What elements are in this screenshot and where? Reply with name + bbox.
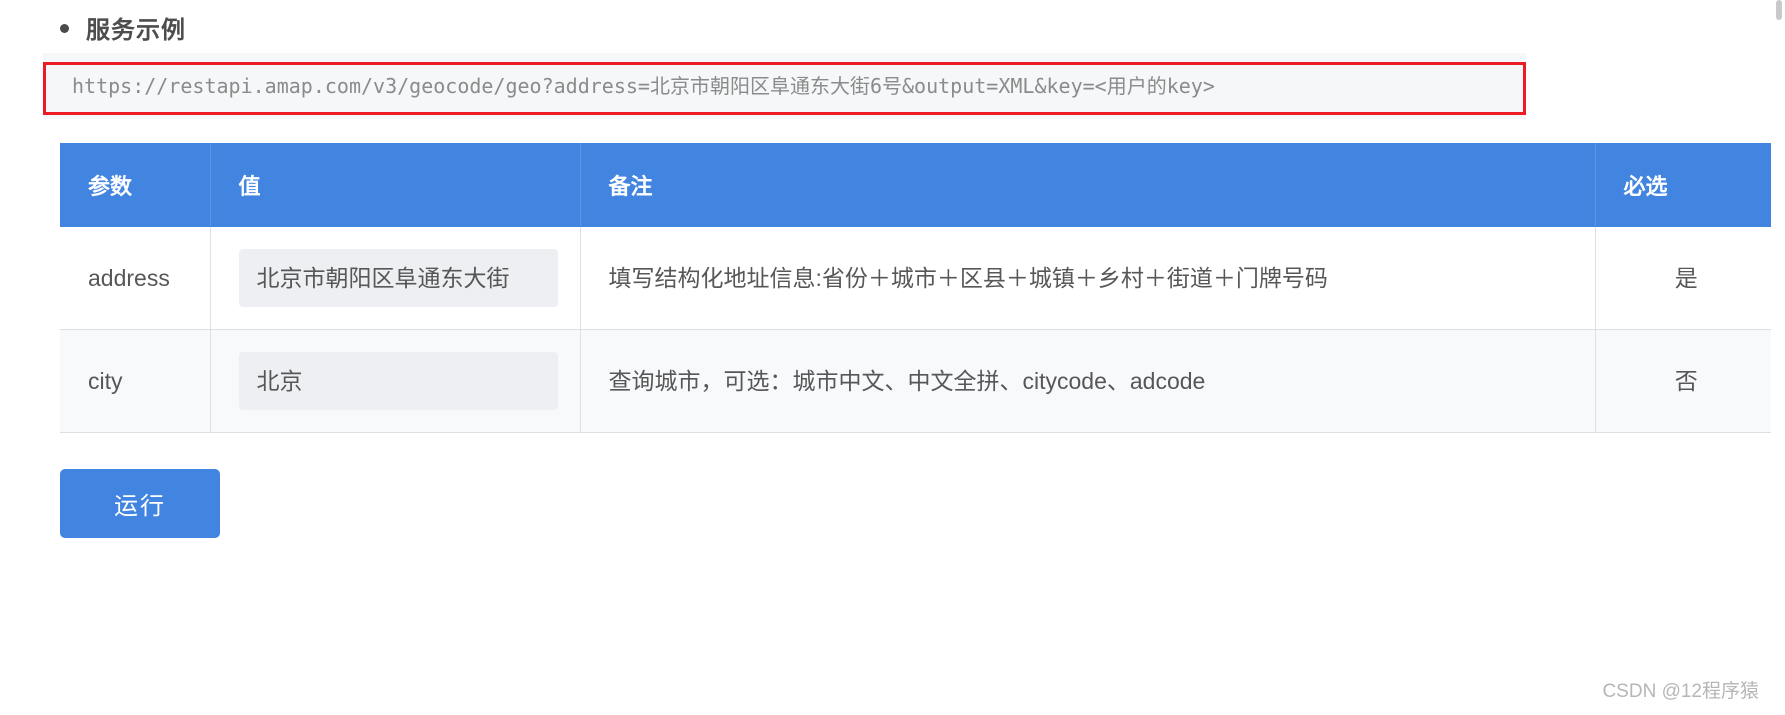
column-header-required: 必选 [1595, 143, 1771, 227]
cell-param-name: city [60, 329, 211, 433]
parameters-table: 参数 值 备注 必选 address 填写结构化地址信息:省份＋城市＋区县＋城镇… [60, 143, 1771, 433]
example-url-text[interactable]: https://restapi.amap.com/v3/geocode/geo?… [43, 73, 1526, 99]
city-input[interactable] [238, 352, 558, 410]
page-title: 服务示例 [86, 17, 186, 44]
page-content: 服务示例 https://restapi.amap.com/v3/geocode… [0, 0, 1773, 538]
section-heading: 服务示例 [0, 0, 1773, 48]
table-row: address 填写结构化地址信息:省份＋城市＋区县＋城镇＋乡村＋街道＋门牌号码… [60, 227, 1771, 330]
actions-row: 运行 [60, 469, 1773, 538]
column-header-param: 参数 [60, 143, 211, 227]
table-row: city 查询城市，可选：城市中文、中文全拼、citycode、adcode 否 [60, 329, 1771, 433]
code-example-block: https://restapi.amap.com/v3/geocode/geo?… [43, 53, 1526, 119]
cell-param-remark: 填写结构化地址信息:省份＋城市＋区县＋城镇＋乡村＋街道＋门牌号码 [580, 227, 1596, 330]
column-header-value: 值 [210, 143, 581, 227]
cell-param-required: 否 [1595, 329, 1771, 433]
column-header-remark: 备注 [580, 143, 1596, 227]
cell-param-remark: 查询城市，可选：城市中文、中文全拼、citycode、adcode [580, 329, 1596, 433]
run-button[interactable]: 运行 [60, 469, 220, 538]
scrollbar-thumb[interactable] [1776, 0, 1782, 20]
watermark-text: CSDN @12程序猿 [1602, 681, 1759, 702]
table-header-row: 参数 值 备注 必选 [60, 143, 1771, 227]
cell-param-required: 是 [1595, 227, 1771, 330]
cell-param-value [210, 227, 581, 330]
page-scrollbar[interactable] [1773, 0, 1785, 715]
bullet-dot-icon [60, 24, 69, 33]
cell-param-name: address [60, 227, 211, 330]
address-input[interactable] [238, 249, 558, 307]
table-body: address 填写结构化地址信息:省份＋城市＋区县＋城镇＋乡村＋街道＋门牌号码… [60, 227, 1771, 433]
cell-param-value [210, 329, 581, 433]
table-header: 参数 值 备注 必选 [60, 143, 1771, 227]
